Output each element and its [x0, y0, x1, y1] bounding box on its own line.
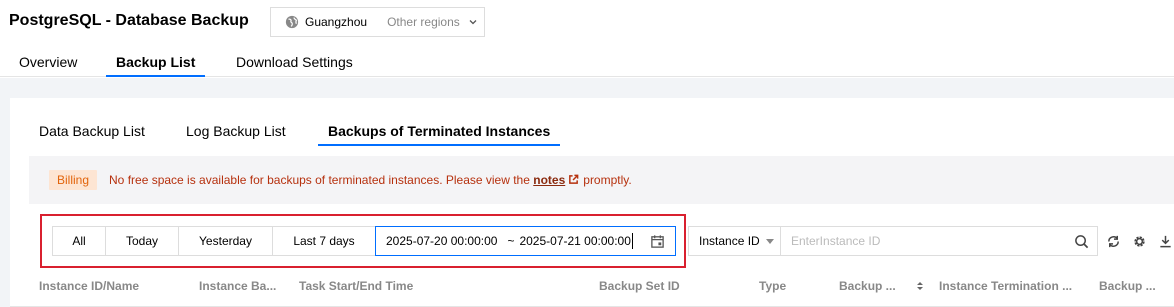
- refresh-icon[interactable]: [1106, 234, 1121, 249]
- billing-notice: Billing No free space is available for b…: [29, 156, 1174, 204]
- range-end: 2025-07-21 00:00:00: [519, 234, 631, 248]
- column-instance-backup[interactable]: Instance Ba...: [199, 279, 276, 293]
- search-field-select[interactable]: Instance ID: [688, 226, 781, 256]
- column-instance-termination[interactable]: Instance Termination ...: [939, 279, 1072, 293]
- caret-down-icon: [765, 238, 774, 244]
- date-option-today[interactable]: Today: [105, 226, 179, 256]
- date-range-filter: All Today Yesterday Last 7 days 2025-07-…: [52, 226, 676, 256]
- text-cursor: [631, 233, 633, 249]
- range-separator: ~: [507, 234, 515, 248]
- tab-terminated-instance-backups[interactable]: Backups of Terminated Instances: [318, 123, 561, 146]
- search-input[interactable]: [791, 234, 1061, 248]
- content-card: Data Backup List Log Backup List Backups…: [10, 98, 1174, 307]
- tab-overview[interactable]: Overview: [19, 54, 77, 77]
- page-title: PostgreSQL - Database Backup: [9, 12, 249, 29]
- column-backup-extra[interactable]: Backup ...: [1099, 279, 1156, 293]
- column-type[interactable]: Type: [759, 279, 786, 293]
- table-header: Instance ID/Name Instance Ba... Task Sta…: [10, 268, 1174, 307]
- tab-download-settings[interactable]: Download Settings: [236, 54, 353, 77]
- search-box: [780, 226, 1098, 256]
- download-icon[interactable]: [1158, 234, 1173, 249]
- calendar-icon[interactable]: [650, 234, 665, 249]
- date-option-last-7-days[interactable]: Last 7 days: [272, 226, 376, 256]
- notice-text-after: promptly.: [583, 173, 632, 187]
- date-option-yesterday[interactable]: Yesterday: [178, 226, 273, 256]
- sort-icon[interactable]: [916, 281, 924, 291]
- tab-backup-list[interactable]: Backup List: [106, 54, 206, 77]
- range-start: 2025-07-20 00:00:00: [386, 234, 498, 248]
- column-backup-size[interactable]: Backup ...: [839, 279, 924, 293]
- search-field-label: Instance ID: [699, 234, 760, 248]
- date-range-input[interactable]: 2025-07-20 00:00:00 ~ 2025-07-21 00:00:0…: [375, 226, 676, 256]
- notice-text-before: No free space is available for backups o…: [109, 173, 530, 187]
- globe-icon: [285, 15, 299, 29]
- column-instance-id-name[interactable]: Instance ID/Name: [39, 279, 139, 293]
- chevron-down-icon: [469, 20, 477, 25]
- notes-link[interactable]: notes: [533, 173, 565, 187]
- region-name: Guangzhou: [305, 15, 368, 29]
- other-regions-label: Other regions: [387, 15, 460, 29]
- gear-icon[interactable]: [1132, 234, 1147, 249]
- tab-log-backup-list[interactable]: Log Backup List: [186, 123, 286, 146]
- search-icon[interactable]: [1074, 234, 1089, 249]
- external-link-icon[interactable]: [568, 174, 579, 185]
- billing-badge: Billing: [49, 170, 98, 190]
- page-header: PostgreSQL - Database Backup Guangzhou O…: [0, 0, 1174, 77]
- region-selector[interactable]: Guangzhou Other regions: [270, 7, 485, 37]
- date-option-all[interactable]: All: [52, 226, 106, 256]
- column-task-time[interactable]: Task Start/End Time: [299, 279, 413, 293]
- column-backup-size-label: Backup ...: [839, 279, 896, 293]
- column-backup-set-id[interactable]: Backup Set ID: [599, 279, 680, 293]
- tab-data-backup-list[interactable]: Data Backup List: [39, 123, 145, 146]
- notice-text: No free space is available for backups o…: [109, 173, 632, 187]
